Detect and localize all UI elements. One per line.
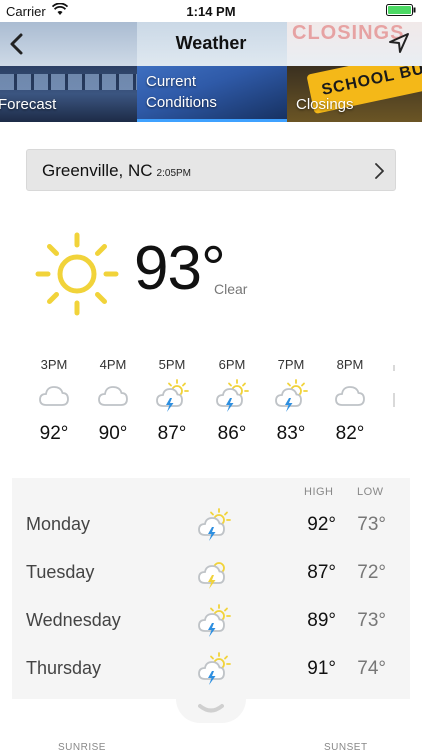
cloud-icon bbox=[335, 386, 365, 406]
status-time: 1:14 PM bbox=[186, 4, 236, 19]
hourly-forecast[interactable]: 3PM 92° 4PM 90° 5PM 87° 6PM 86° 7PM 83° … bbox=[0, 357, 422, 457]
day-high: 91° bbox=[307, 658, 336, 679]
nav-header: CLOSINGS Weather bbox=[0, 22, 422, 66]
section-tabs: Forecast Current Conditions SCHOOL BUS Cl… bbox=[0, 66, 422, 122]
sun-icon bbox=[35, 232, 119, 316]
chevron-right-icon bbox=[375, 163, 384, 179]
hourly-item: 7PM 83° bbox=[266, 357, 316, 445]
thunderstorm-icon bbox=[198, 562, 225, 590]
day-low: 73° bbox=[357, 514, 386, 535]
tab-current-conditions[interactable]: Current Conditions bbox=[137, 66, 287, 122]
daily-row[interactable]: Wednesday 89° 73° bbox=[12, 596, 410, 644]
current-condition: Clear bbox=[214, 281, 248, 297]
day-name: Tuesday bbox=[26, 562, 95, 582]
tab-forecast[interactable]: Forecast bbox=[0, 66, 137, 122]
day-high: 92° bbox=[307, 514, 336, 535]
day-low: 73° bbox=[357, 610, 386, 631]
hourly-item: 5PM 87° bbox=[147, 357, 197, 445]
low-column-header: LOW bbox=[357, 486, 384, 498]
tab-current-conditions-label: Current Conditions bbox=[146, 73, 217, 111]
tab-forecast-label: Forecast bbox=[0, 96, 57, 113]
high-column-header: HIGH bbox=[304, 486, 334, 498]
thunderstorm-sun-icon bbox=[198, 604, 231, 638]
tab-closings[interactable]: SCHOOL BUS Closings bbox=[287, 66, 422, 122]
location-city: Greenville, NC 2:05PM bbox=[42, 161, 192, 180]
daily-forecast: HIGH LOW Monday 92° 73° Tuesday 87° 72° … bbox=[12, 478, 410, 699]
chevron-down-icon bbox=[198, 704, 224, 713]
cloud-icon bbox=[39, 386, 69, 406]
scroll-edge-indicator bbox=[393, 365, 395, 407]
daily-row[interactable]: Thursday 91° 74° bbox=[12, 644, 410, 692]
cloud-icon bbox=[98, 386, 128, 406]
day-name: Thursday bbox=[26, 658, 102, 678]
hourly-item: 8PM 82° bbox=[325, 357, 375, 445]
day-low: 72° bbox=[357, 562, 386, 583]
status-bar: Carrier 1:14 PM bbox=[0, 0, 422, 22]
active-tab-indicator bbox=[137, 119, 287, 122]
location-time: 2:05PM bbox=[156, 168, 192, 179]
day-name: Monday bbox=[26, 514, 91, 534]
location-arrow-icon[interactable] bbox=[388, 32, 410, 54]
day-high: 89° bbox=[307, 610, 336, 631]
current-temperature: 93° bbox=[134, 234, 226, 303]
day-high: 87° bbox=[307, 562, 336, 583]
thunderstorm-sun-icon bbox=[198, 508, 231, 542]
thunderstorm-sun-icon bbox=[198, 652, 231, 686]
day-low: 74° bbox=[357, 658, 386, 679]
daily-row[interactable]: Tuesday 87° 72° bbox=[12, 548, 410, 596]
thunderstorm-sun-icon bbox=[216, 379, 249, 413]
hourly-item: 6PM 86° bbox=[207, 357, 257, 445]
expand-handle[interactable] bbox=[176, 699, 246, 723]
battery-icon bbox=[386, 4, 416, 16]
day-name: Wednesday bbox=[26, 610, 121, 630]
thunderstorm-sun-icon bbox=[275, 379, 308, 413]
thunderstorm-sun-icon bbox=[156, 379, 189, 413]
hourly-item: 4PM 90° bbox=[88, 357, 138, 445]
sunrise-label: SUNRISE bbox=[58, 742, 106, 753]
daily-row[interactable]: Monday 92° 73° bbox=[12, 500, 410, 548]
location-selector[interactable]: Greenville, NC 2:05PM bbox=[26, 149, 396, 191]
page-title: Weather bbox=[175, 33, 247, 53]
hourly-item: 3PM 92° bbox=[29, 357, 79, 445]
sunset-label: SUNSET bbox=[324, 742, 368, 753]
tab-closings-label: Closings bbox=[296, 96, 354, 113]
